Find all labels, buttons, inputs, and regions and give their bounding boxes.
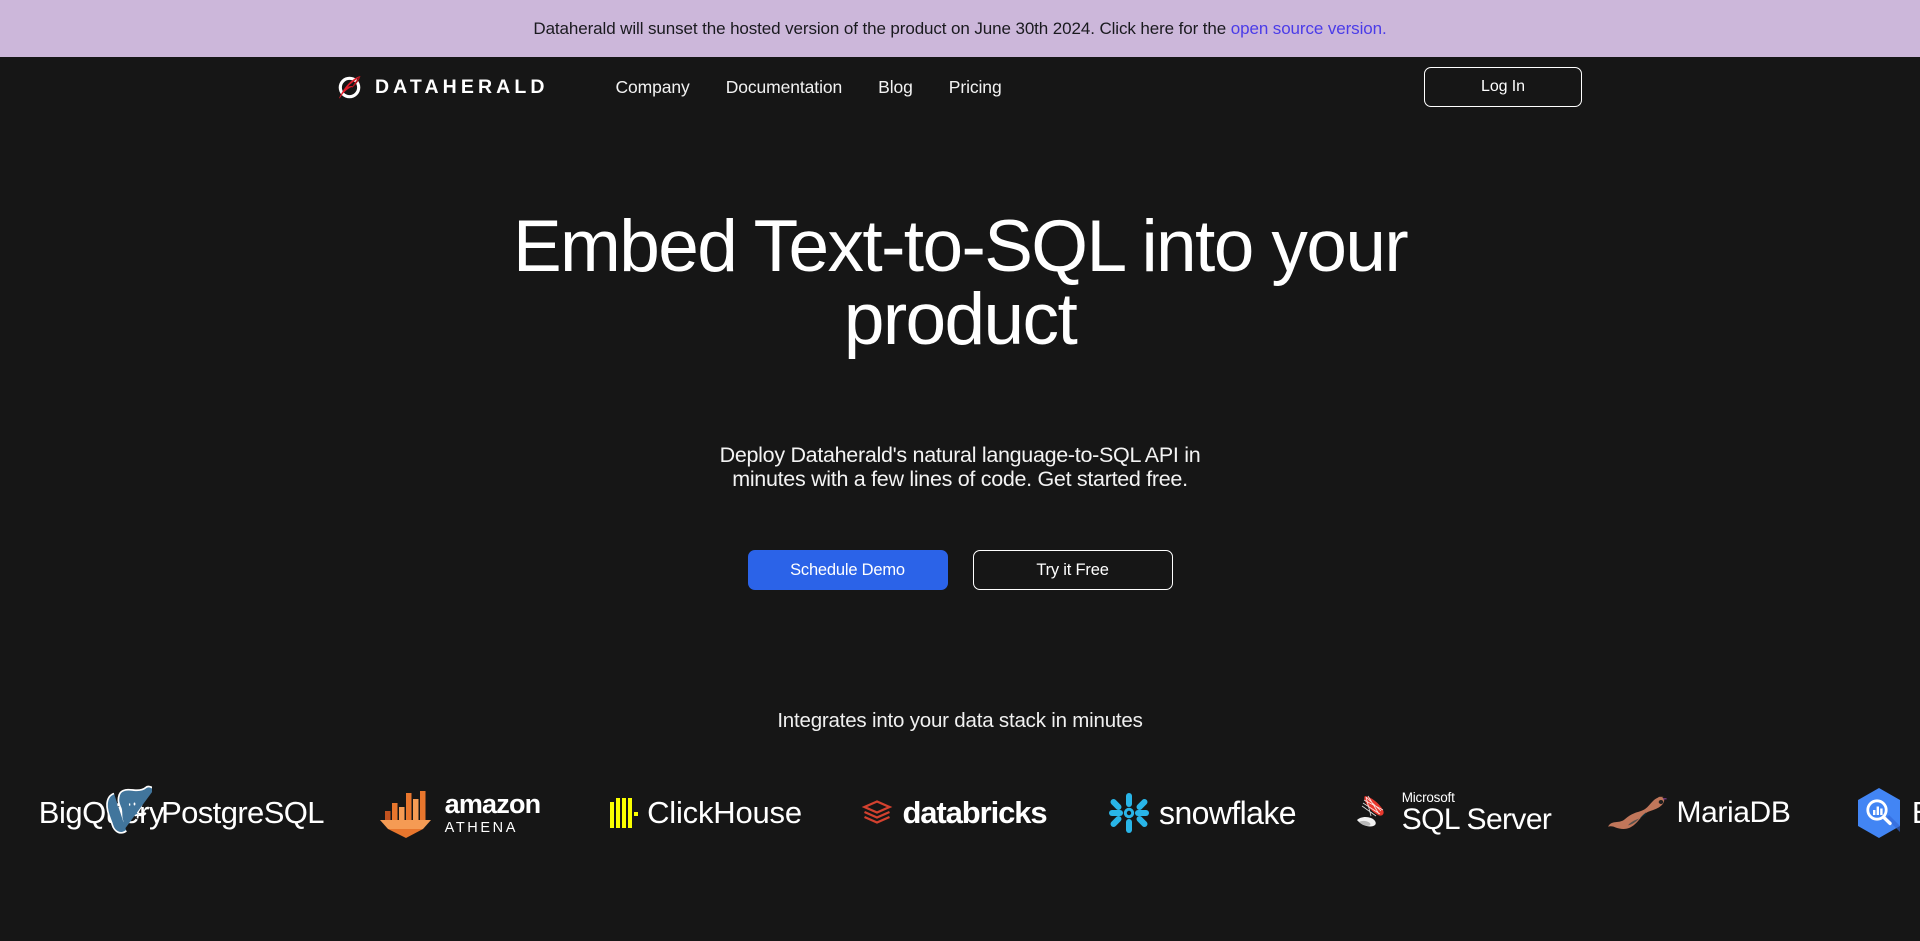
list-item: Microsoft SQL Server — [1326, 763, 1574, 863]
list-item: ClickHouse — [582, 763, 830, 863]
nav-item-pricing[interactable]: Pricing — [949, 77, 1002, 98]
announcement-banner-text: Dataherald will sunset the hosted versio… — [533, 19, 1386, 39]
bigquery-wordmark: BigQuery — [1912, 795, 1920, 831]
schedule-demo-button[interactable]: Schedule Demo — [747, 550, 948, 590]
microsoft-sql-server-wordmark: Microsoft SQL Server — [1402, 791, 1552, 836]
amazon-athena-wordmark-top: amazon — [444, 788, 542, 819]
brand-name: DATAHERALD — [375, 75, 549, 98]
bigquery-logo-icon — [1855, 787, 1903, 839]
clickhouse-wordmark: ClickHouse — [647, 795, 802, 830]
microsoft-sql-server-wordmark-top: Microsoft — [1401, 789, 1455, 805]
nav-item-documentation[interactable]: Documentation — [726, 77, 843, 98]
postgresql-logo-icon — [96, 785, 155, 841]
amazon-athena-logo-icon — [376, 787, 436, 839]
list-item: PostgreSQL — [86, 763, 334, 863]
integrations-section: Integrates into your data stack in minut… — [0, 709, 1920, 863]
try-it-free-button[interactable]: Try it Free — [972, 550, 1173, 590]
hero-subtitle: Deploy Dataherald's natural language-to-… — [719, 443, 1201, 491]
databricks-wordmark: databricks — [902, 795, 1047, 830]
integration-logo-track: BigQuery PostgreSQL amazon ATHENA ClickH… — [0, 763, 1920, 863]
mariadb-logo-icon — [1606, 793, 1668, 833]
list-item: BigQuery — [0, 763, 165, 863]
list-item: snowflake — [1078, 763, 1326, 863]
postgresql-wordmark: PostgreSQL — [161, 795, 324, 830]
feather-logo-icon — [337, 75, 362, 100]
databricks-logo-icon — [861, 797, 893, 829]
snowflake-logo-icon — [1108, 792, 1150, 834]
clickhouse-logo-icon — [610, 798, 639, 828]
hero-cta-row: Schedule Demo Try it Free — [0, 550, 1920, 590]
integration-logo-marquee: BigQuery PostgreSQL amazon ATHENA ClickH… — [0, 763, 1920, 863]
list-item: BigQuery — [1822, 763, 1920, 863]
list-item: amazon ATHENA — [334, 763, 582, 863]
login-button[interactable]: Log In — [1424, 67, 1582, 107]
hero-section: Embed Text-to-SQL into your product Depl… — [0, 117, 1920, 590]
open-source-version-link[interactable]: open source version. — [1231, 19, 1387, 38]
amazon-athena-wordmark: amazon ATHENA — [444, 788, 542, 836]
site-header: DATAHERALD Company Documentation Blog Pr… — [0, 57, 1920, 117]
header-inner: DATAHERALD Company Documentation Blog Pr… — [320, 57, 1600, 117]
nav-item-company[interactable]: Company — [616, 77, 690, 98]
microsoft-sql-server-logo-icon — [1349, 791, 1393, 835]
hero-title: Embed Text-to-SQL into your product — [512, 206, 1409, 360]
microsoft-sql-server-wordmark-bottom: SQL Server — [1401, 803, 1552, 837]
announcement-banner-message: Dataherald will sunset the hosted versio… — [533, 18, 1231, 38]
announcement-banner: Dataherald will sunset the hosted versio… — [0, 0, 1920, 57]
nav-item-blog[interactable]: Blog — [878, 77, 913, 98]
main-nav: Company Documentation Blog Pricing — [616, 77, 1002, 98]
mariadb-wordmark: MariaDB — [1676, 796, 1791, 829]
brand-home-link[interactable]: DATAHERALD — [337, 75, 549, 100]
integrations-heading: Integrates into your data stack in minut… — [777, 709, 1143, 732]
header-actions: Log In — [1424, 67, 1600, 107]
list-item: databricks — [830, 763, 1078, 863]
snowflake-wordmark: snowflake — [1159, 794, 1297, 831]
amazon-athena-wordmark-bottom: ATHENA — [444, 819, 518, 836]
main-content: Embed Text-to-SQL into your product Depl… — [0, 117, 1920, 863]
list-item: MariaDB — [1574, 763, 1822, 863]
